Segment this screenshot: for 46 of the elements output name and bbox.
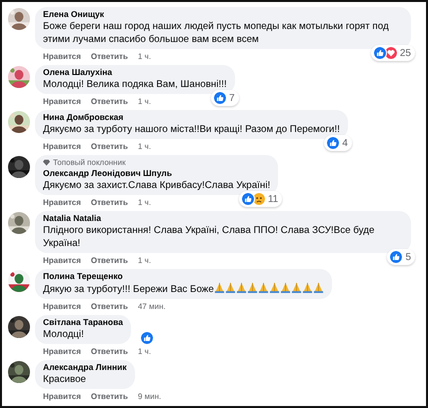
author-name[interactable]: Світлана Таранова: [43, 317, 123, 328]
author-name[interactable]: Нина Домбровская: [43, 112, 340, 123]
reaction-count[interactable]: 4: [324, 135, 352, 151]
like-link[interactable]: Нравится: [43, 391, 81, 404]
reply-link[interactable]: Ответить: [90, 301, 128, 314]
reaction-count[interactable]: 7: [211, 90, 239, 106]
reply-link[interactable]: Ответить: [90, 346, 128, 359]
like-link[interactable]: Нравится: [43, 141, 81, 154]
like-link[interactable]: Нравится: [43, 96, 81, 109]
reaction-count[interactable]: 11: [238, 191, 282, 207]
comment-text: Красивое: [43, 374, 86, 385]
like-link[interactable]: Нравится: [43, 346, 81, 359]
comment-time[interactable]: 1 ч.: [138, 51, 151, 64]
like-link[interactable]: Нравится: [43, 51, 81, 64]
comment-time[interactable]: 47 мин.: [138, 301, 166, 314]
comment-time[interactable]: 1 ч.: [138, 96, 151, 109]
comment-text: Дякую за турботу!!! Бережи Вас Боже: [43, 284, 214, 295]
author-name[interactable]: Александра Линник: [43, 362, 127, 373]
comment-text: Дякуємо за захист.Слава Кривбасу!Слава Україні!: [43, 180, 270, 191]
author-name[interactable]: Елена Онищук: [43, 9, 403, 20]
comment-time[interactable]: 1 ч.: [138, 197, 151, 210]
reply-link[interactable]: Ответить: [90, 391, 128, 404]
reply-link[interactable]: Ответить: [90, 197, 128, 210]
author-name[interactable]: Natalia Natalia: [43, 213, 403, 224]
reaction-count[interactable]: 5: [387, 249, 415, 265]
author-name[interactable]: Олександр Леонідович Шпуль: [43, 168, 270, 179]
reply-link[interactable]: Ответить: [90, 96, 128, 109]
comment-text: Молодці! Велика подяка Вам, Шановні!!!: [43, 79, 227, 90]
author-name[interactable]: Олена Шалухіна: [43, 67, 227, 78]
comment-text: Молодці!: [43, 329, 84, 340]
reaction-count[interactable]: 25: [370, 45, 415, 61]
reply-link[interactable]: Ответить: [90, 255, 128, 268]
comment-time[interactable]: 1 ч.: [138, 141, 151, 154]
comment-text: Дякуємо за турботу нашого міста!!Ви кращі! Разом до Перемоги!!: [43, 124, 340, 135]
reply-link[interactable]: Ответить: [90, 141, 128, 154]
comment-time[interactable]: 1 ч.: [138, 255, 151, 268]
comment-text: Боже береги наш город наших людей пусть мопеды как мотыльки горят под этими лучами спасибо большое вам всем всем: [43, 21, 389, 45]
like-link[interactable]: Нравится: [43, 301, 81, 314]
like-link[interactable]: Нравится: [43, 255, 81, 268]
comment-time[interactable]: 1 ч.: [138, 346, 151, 359]
fan-label: Топовый поклонник: [53, 157, 126, 168]
like-link[interactable]: Нравится: [43, 197, 81, 210]
comment-text: Плідного використання! Слава Україні, Слава ППО! Слава ЗСУ!Все буде Україна!: [43, 225, 374, 249]
author-name[interactable]: Полина Терещенко: [43, 271, 324, 282]
comment-time[interactable]: 9 мин.: [138, 391, 162, 404]
reply-link[interactable]: Ответить: [90, 51, 128, 64]
